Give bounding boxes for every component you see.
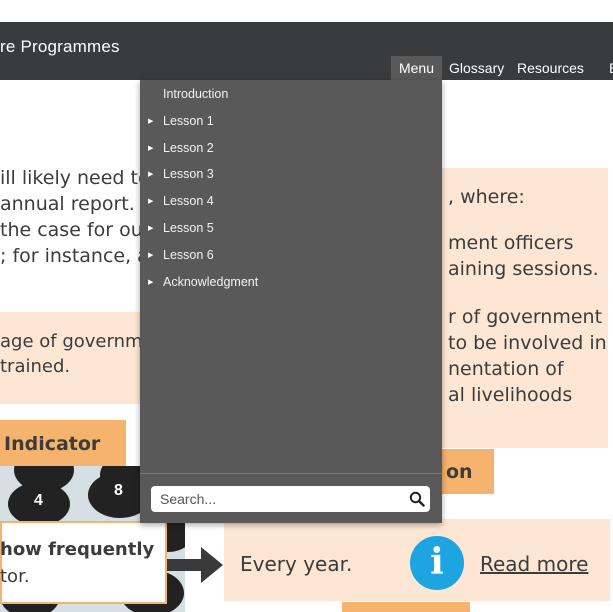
content-line: nentation of xyxy=(448,358,564,380)
nav-resources[interactable]: Resources xyxy=(517,56,584,80)
caret-right-icon: ▶ xyxy=(148,225,154,232)
top-strip xyxy=(0,0,613,22)
answer-text: Every year. xyxy=(240,552,353,576)
menu-divider xyxy=(140,473,442,474)
menu-item[interactable]: Lesson 1 xyxy=(163,114,214,128)
caret-right-icon: ▶ xyxy=(148,171,154,179)
menu-item[interactable]: Acknowledgment xyxy=(163,275,258,289)
question-line: how frequently xyxy=(0,539,155,560)
caret-right-icon: ▶ xyxy=(148,117,154,125)
menu-dropdown: Introduction ▶ Lesson 1 ▶ Lesson 2 ▶ Lesson 3 ▶… xyxy=(140,80,442,523)
keypad-key-label: 8 xyxy=(114,482,123,499)
search-box xyxy=(151,486,430,512)
content-line: ment officers xyxy=(448,232,574,254)
menu-item[interactable]: Introduction xyxy=(163,87,228,101)
arrow-right-icon xyxy=(167,547,223,583)
content-line: ; for instance, a xyxy=(0,245,149,267)
nav-menu[interactable]: Menu xyxy=(391,56,442,80)
content-line: to be involved in xyxy=(448,332,607,354)
right-orange-label: on xyxy=(446,461,473,483)
menu-item[interactable]: Lesson 4 xyxy=(163,194,214,208)
content-line: the case for out xyxy=(0,219,151,241)
menu-item[interactable]: Lesson 6 xyxy=(163,248,214,262)
info-icon[interactable]: i xyxy=(410,536,464,590)
caret-right-icon: ▶ xyxy=(148,278,154,286)
caret-right-icon: ▶ xyxy=(148,251,154,259)
top-nav: Menu Glossary Resources B xyxy=(0,56,613,80)
content-line: r of government xyxy=(448,306,603,328)
menu-item[interactable]: Lesson 3 xyxy=(163,167,214,181)
bottom-orange-strip xyxy=(342,602,470,612)
search-input[interactable] xyxy=(160,489,400,509)
content-line: trained. xyxy=(0,356,71,377)
search-icon[interactable] xyxy=(409,491,425,507)
caret-right-icon: ▶ xyxy=(148,144,154,152)
nav-more-item[interactable]: B xyxy=(609,56,613,80)
content-line: age of governm xyxy=(0,331,143,352)
nav-glossary[interactable]: Glossary xyxy=(449,56,504,80)
app-title: re Programmes xyxy=(0,37,120,56)
content-line: , where: xyxy=(448,186,525,208)
content-line: al livelihoods xyxy=(448,384,573,406)
indicator-label: Indicator xyxy=(4,433,101,455)
question-line: tor. xyxy=(0,566,30,587)
read-more-link[interactable]: Read more xyxy=(480,552,588,576)
content-line: annual report. xyxy=(0,193,135,215)
content-line: ill likely need to xyxy=(0,167,150,189)
keypad-key-label: 4 xyxy=(34,492,43,509)
content-line: aining sessions. xyxy=(448,258,599,280)
caret-right-icon: ▶ xyxy=(148,198,154,206)
menu-item[interactable]: Lesson 2 xyxy=(163,141,214,155)
question-box xyxy=(0,521,167,604)
menu-item[interactable]: Lesson 5 xyxy=(163,221,214,235)
